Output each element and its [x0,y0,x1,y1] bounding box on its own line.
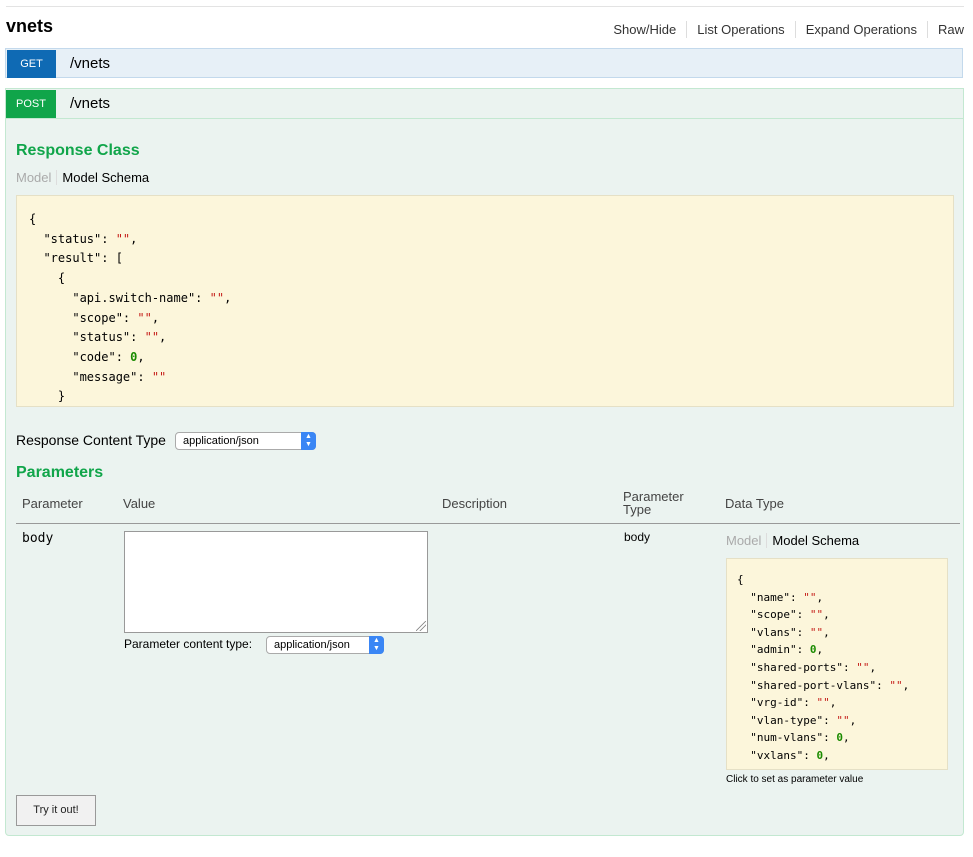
chevron-up-down-icon: ▲ ▼ [301,432,316,450]
resource-title[interactable]: vnets [6,16,53,37]
get-method-badge[interactable]: GET [7,50,56,78]
list-operations-link[interactable]: List Operations [687,21,796,38]
response-schema[interactable]: { "status": "", "result": [ { "api.switc… [16,195,954,407]
response-model-schema-tab[interactable]: Model Schema [57,170,149,185]
expand-operations-link[interactable]: Expand Operations [796,21,928,38]
response-content-type-value: application/json [183,435,259,447]
param-content-type-label: Parameter content type: [124,637,253,651]
header-parameter-type-line2: Type [623,502,652,517]
response-class-title: Response Class [16,142,140,159]
response-model-tabs: Model Model Schema [16,170,149,185]
show-hide-link[interactable]: Show/Hide [603,21,688,38]
post-operation-bar[interactable]: POST /vnets [6,89,963,119]
header-description: Description [442,496,508,511]
param-model-tab[interactable]: Model [726,533,768,548]
post-path[interactable]: /vnets [70,95,110,112]
header-value: Value [123,496,156,511]
param-type: body [624,530,651,544]
param-schema[interactable]: { "name": "", "scope": "", "vlans": "", … [726,558,948,770]
header-parameter: Parameter [22,496,83,511]
param-content-type-select[interactable]: application/json ▲ ▼ [266,636,384,654]
param-model-tabs: Model Model Schema [726,533,859,548]
post-operation: POST /vnets Response Class Model Model S… [5,88,964,836]
response-content-type-select[interactable]: application/json ▲ ▼ [175,432,316,450]
param-name: body [22,531,54,546]
body-textarea[interactable] [124,531,428,633]
post-method-badge[interactable]: POST [6,90,56,118]
resize-grip-icon[interactable] [416,621,426,631]
response-model-tab[interactable]: Model [16,170,58,185]
header-parameter-type: Parameter Type [623,490,684,516]
chevron-up-down-icon: ▲ ▼ [369,636,384,654]
resource-operations: Show/Hide List Operations Expand Operati… [603,21,964,38]
table-header-divider [16,523,960,524]
get-path[interactable]: /vnets [70,55,110,72]
raw-link[interactable]: Raw [928,21,964,38]
parameters-title: Parameters [16,464,104,481]
param-content-type-value: application/json [274,639,350,651]
get-operation-bar[interactable]: GET /vnets [5,48,963,78]
response-content-type-label: Response Content Type [16,432,166,448]
try-it-out-button[interactable]: Try it out! [16,795,96,826]
click-to-set-hint: Click to set as parameter value [726,774,864,785]
param-model-schema-tab[interactable]: Model Schema [767,533,859,548]
top-divider [6,6,964,7]
header-data-type: Data Type [725,496,785,511]
